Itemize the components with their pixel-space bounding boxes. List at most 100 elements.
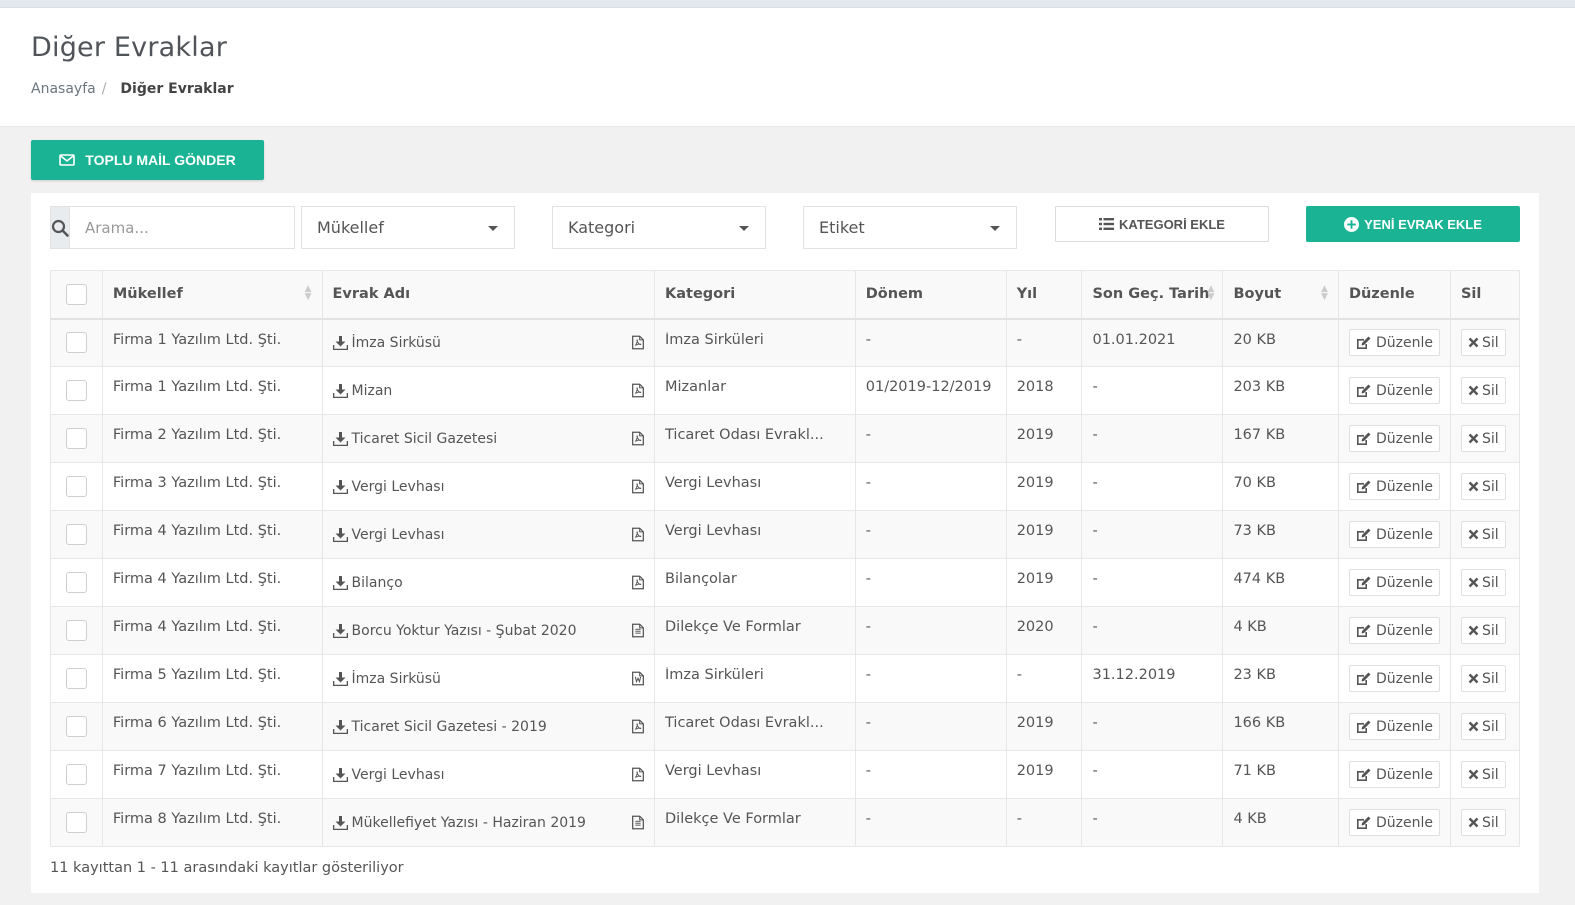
pdf-icon[interactable] xyxy=(632,575,644,590)
cell-donem: - xyxy=(854,510,1007,559)
search-icon xyxy=(51,219,69,237)
sort-icon: ▲ ▼ xyxy=(1321,284,1328,302)
header-select-all[interactable] xyxy=(50,270,103,320)
pdf-icon[interactable] xyxy=(632,335,644,350)
search-addon[interactable] xyxy=(50,206,70,249)
select-all-checkbox[interactable] xyxy=(65,283,87,305)
table-row: Firma 1 Yazılım Ltd. Şti. Mizan Mizanlar 01… xyxy=(50,366,1521,415)
document-download-link[interactable]: Borcu Yoktur Yazısı - Şubat 2020 xyxy=(332,623,576,639)
row-checkbox[interactable] xyxy=(65,524,87,545)
edit-icon xyxy=(1356,672,1371,685)
row-select-cell xyxy=(50,366,103,415)
document-download-link[interactable]: Vergi Levhası xyxy=(332,767,444,783)
bulk-mail-button[interactable]: TOPLU MAİL GÖNDER xyxy=(31,140,264,180)
row-checkbox[interactable] xyxy=(65,476,87,497)
delete-button[interactable]: Sil xyxy=(1460,617,1506,644)
delete-button[interactable]: Sil xyxy=(1460,329,1506,357)
delete-button[interactable]: Sil xyxy=(1460,665,1506,692)
edit-button[interactable]: Düzenle xyxy=(1348,713,1440,740)
text-file-icon[interactable] xyxy=(632,623,644,638)
word-file-icon[interactable] xyxy=(632,671,644,686)
header-kategori[interactable]: Kategori xyxy=(654,270,856,320)
header-yil[interactable]: Yıl xyxy=(1005,270,1083,320)
cell-boyut: 166 KB xyxy=(1222,702,1339,751)
delete-button[interactable]: Sil xyxy=(1460,425,1506,452)
edit-button[interactable]: Düzenle xyxy=(1348,809,1440,836)
bulk-mail-label: TOPLU MAİL GÖNDER xyxy=(85,152,236,168)
header-evrak-adi[interactable]: Evrak Adı xyxy=(321,270,656,320)
pdf-icon[interactable] xyxy=(632,479,644,494)
row-checkbox[interactable] xyxy=(65,428,87,449)
row-select-cell xyxy=(50,558,103,607)
cell-donem: - xyxy=(854,558,1007,607)
close-icon xyxy=(1468,529,1479,540)
row-checkbox[interactable] xyxy=(65,716,87,737)
edit-button[interactable]: Düzenle xyxy=(1348,329,1440,357)
search-input[interactable] xyxy=(70,206,295,249)
delete-button[interactable]: Sil xyxy=(1460,569,1506,596)
document-download-link[interactable]: Ticaret Sicil Gazetesi xyxy=(332,431,497,447)
document-download-link[interactable]: Mizan xyxy=(332,383,392,399)
delete-button[interactable]: Sil xyxy=(1460,761,1506,788)
mukellef-filter-select[interactable]: Mükellef xyxy=(301,206,515,249)
cell-duzenle: Düzenle xyxy=(1337,318,1451,367)
new-document-button[interactable]: YENİ EVRAK EKLE xyxy=(1306,206,1520,242)
pdf-icon[interactable] xyxy=(632,719,644,734)
breadcrumb: Anasayfa / Diğer Evraklar xyxy=(31,81,234,97)
cell-son-gec-tarih: - xyxy=(1081,798,1224,847)
cell-evrak: Ticaret Sicil Gazetesi - 2019 xyxy=(321,702,656,751)
header-son-gec-tarih[interactable]: Son Geç. Tarih ▲ ▼ xyxy=(1081,270,1224,320)
table-header-row: Mükellef ▲ ▼ Evrak Adı Kategori Dönem Yıl … xyxy=(50,270,1521,320)
header-boyut[interactable]: Boyut ▲ ▼ xyxy=(1222,270,1339,320)
edit-button[interactable]: Düzenle xyxy=(1348,761,1440,788)
delete-button[interactable]: Sil xyxy=(1460,521,1506,548)
edit-button[interactable]: Düzenle xyxy=(1348,569,1440,596)
row-checkbox[interactable] xyxy=(65,812,87,833)
row-select-cell xyxy=(50,606,103,655)
edit-button[interactable]: Düzenle xyxy=(1348,473,1440,500)
cell-duzenle: Düzenle xyxy=(1337,702,1451,751)
cell-sil: Sil xyxy=(1449,798,1521,847)
document-download-link[interactable]: İmza Sirküsü xyxy=(332,335,441,351)
cell-duzenle: Düzenle xyxy=(1337,798,1451,847)
header-donem[interactable]: Dönem xyxy=(854,270,1007,320)
cell-yil: - xyxy=(1005,318,1083,367)
row-checkbox[interactable] xyxy=(65,572,87,593)
kategori-filter-select[interactable]: Kategori xyxy=(552,206,766,249)
add-category-button[interactable]: KATEGORİ EKLE xyxy=(1055,206,1269,242)
document-download-link[interactable]: Bilanço xyxy=(332,575,403,591)
pdf-icon[interactable] xyxy=(632,527,644,542)
header-mukellef[interactable]: Mükellef ▲ ▼ xyxy=(101,270,323,320)
row-checkbox[interactable] xyxy=(65,668,87,689)
edit-icon xyxy=(1356,432,1371,445)
delete-button[interactable]: Sil xyxy=(1460,809,1506,836)
edit-button[interactable]: Düzenle xyxy=(1348,377,1440,404)
table-row: Firma 4 Yazılım Ltd. Şti. Bilanço Bilançol… xyxy=(50,558,1521,607)
cell-boyut: 20 KB xyxy=(1222,318,1339,367)
delete-button[interactable]: Sil xyxy=(1460,713,1506,740)
breadcrumb-home-link[interactable]: Anasayfa xyxy=(31,81,96,97)
document-download-link[interactable]: Vergi Levhası xyxy=(332,527,444,543)
document-download-link[interactable]: İmza Sirküsü xyxy=(332,671,441,687)
document-download-link[interactable]: Ticaret Sicil Gazetesi - 2019 xyxy=(332,719,547,735)
pdf-icon[interactable] xyxy=(632,767,644,782)
cell-kategori: Ticaret Odası Evrakl... xyxy=(654,414,856,463)
edit-button[interactable]: Düzenle xyxy=(1348,521,1440,548)
etiket-filter-select[interactable]: Etiket xyxy=(803,206,1017,249)
row-checkbox[interactable] xyxy=(65,620,87,641)
header-sil: Sil xyxy=(1449,270,1521,320)
delete-button[interactable]: Sil xyxy=(1460,377,1506,404)
edit-button[interactable]: Düzenle xyxy=(1348,617,1440,644)
edit-icon xyxy=(1356,528,1371,541)
edit-button[interactable]: Düzenle xyxy=(1348,425,1440,452)
text-file-icon[interactable] xyxy=(632,815,644,830)
row-checkbox[interactable] xyxy=(65,380,87,401)
delete-button[interactable]: Sil xyxy=(1460,473,1506,500)
pdf-icon[interactable] xyxy=(632,431,644,446)
document-download-link[interactable]: Vergi Levhası xyxy=(332,479,444,495)
row-checkbox[interactable] xyxy=(65,332,87,354)
document-download-link[interactable]: Mükellefiyet Yazısı - Haziran 2019 xyxy=(332,815,586,831)
edit-button[interactable]: Düzenle xyxy=(1348,665,1440,692)
row-checkbox[interactable] xyxy=(65,764,87,785)
pdf-icon[interactable] xyxy=(632,383,644,398)
